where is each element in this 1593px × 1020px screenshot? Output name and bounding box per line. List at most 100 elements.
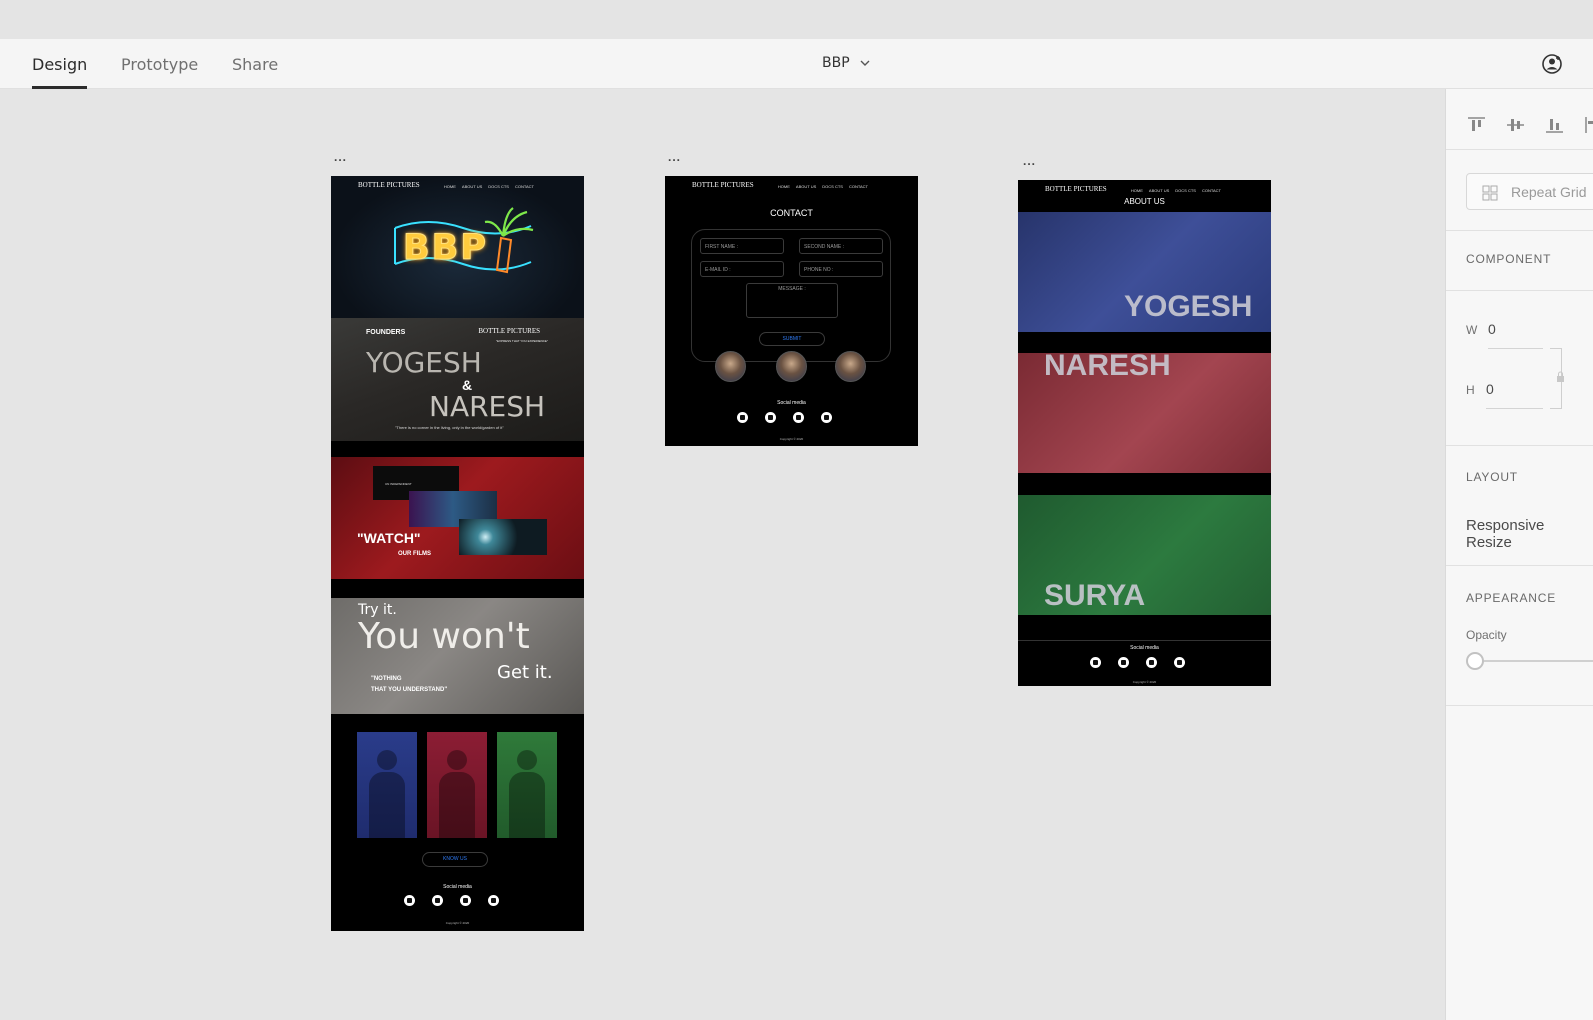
- align-middle-icon[interactable]: [1505, 115, 1526, 135]
- height-label: H: [1466, 383, 1475, 397]
- align-left-icon[interactable]: [1583, 115, 1593, 135]
- layout-section-title: LAYOUT: [1466, 470, 1518, 484]
- site-nav: BOTTLE PICTURES HOME ABOUT US DOCS CTS C…: [331, 176, 584, 196]
- instagram-icon: [432, 895, 443, 906]
- try-it-section: Try it. You won't "NOTHING THAT YOU UNDE…: [331, 598, 584, 714]
- window-title-bar: [0, 0, 1593, 39]
- chevron-down-icon[interactable]: [858, 56, 872, 70]
- nav-link-docs: DOCS CTS: [822, 184, 843, 189]
- artboard-menu-icon[interactable]: ...: [668, 150, 681, 164]
- tryit-quote: "NOTHING THAT YOU UNDERSTAND": [371, 674, 447, 696]
- watch-films-section: UN INDEPENDENT "WATCH" OUR FILMS: [331, 457, 584, 579]
- member-band-surya: SURYA: [1018, 495, 1271, 615]
- divider: [1446, 565, 1593, 566]
- responsive-resize-toggle[interactable]: Responsive Resize: [1466, 517, 1593, 551]
- lock-icon[interactable]: [1556, 371, 1565, 382]
- founders-label: FOUNDERS: [366, 329, 406, 336]
- artboard-menu-icon[interactable]: ...: [1023, 154, 1036, 168]
- first-name-field: FIRST NAME :: [700, 238, 784, 254]
- film-card-1-text: UN INDEPENDENT: [385, 482, 412, 486]
- artboard-menu-icon[interactable]: ...: [334, 150, 347, 164]
- neon-logo-text: BBP: [402, 228, 489, 269]
- about-title: ABOUT US: [1124, 197, 1165, 206]
- member-band-naresh: NARESH: [1018, 349, 1271, 473]
- nav-link-about: ABOUT US: [795, 184, 817, 189]
- opacity-slider-knob[interactable]: [1466, 652, 1484, 670]
- user-icon[interactable]: [1542, 53, 1564, 75]
- member-name: SURYA: [1044, 579, 1146, 612]
- width-input[interactable]: 0: [1488, 321, 1496, 337]
- height-input[interactable]: 0: [1486, 381, 1494, 397]
- submit-button: SUBMIT: [759, 332, 825, 346]
- hero-banner: BOTTLE PICTURES HOME ABOUT US DOCS CTS C…: [331, 176, 584, 318]
- founder-name-1: YOGESH: [366, 346, 482, 379]
- facebook-icon: [460, 895, 471, 906]
- youtube-icon: [1090, 657, 1101, 668]
- founders-tagline: "EXPRESS THAT YOU EXPERIENCE": [495, 339, 548, 343]
- founders-section: FOUNDERS BOTTLE PICTURES "EXPRESS THAT Y…: [331, 318, 584, 441]
- tryit-quote-line-2: THAT YOU UNDERSTAND": [371, 687, 448, 693]
- person-head: [377, 750, 397, 770]
- artboard-contact[interactable]: BOTTLE PICTURES HOME ABOUT US DOCS CTS C…: [665, 176, 918, 446]
- nav-link-docs: DOCS CTS: [1175, 188, 1196, 193]
- email-field: E-MAIL ID :: [700, 261, 784, 277]
- align-toolbar: [1466, 115, 1593, 135]
- nav-link-home: HOME: [1130, 188, 1143, 193]
- nav-link-about: ABOUT US: [1148, 188, 1170, 193]
- site-logo: BOTTLE PICTURES: [692, 181, 754, 189]
- member-name: NARESH: [1044, 349, 1171, 382]
- align-bottom-icon[interactable]: [1544, 115, 1565, 135]
- nav-link-contact: CONTACT: [514, 184, 534, 189]
- artboard-home[interactable]: BOTTLE PICTURES HOME ABOUT US DOCS CTS C…: [331, 176, 584, 931]
- avatar: [715, 351, 746, 382]
- palm-bottle-icon: [484, 207, 534, 274]
- circle-icon: [488, 895, 499, 906]
- team-photo-blue: [357, 732, 417, 838]
- circle-icon: [821, 412, 832, 423]
- divider: [1446, 705, 1593, 706]
- contact-title: CONTACT: [770, 208, 813, 218]
- member-band-yogesh: YOGESH: [1018, 212, 1271, 332]
- document-title[interactable]: BBP: [822, 55, 850, 71]
- appearance-section-title: APPEARANCE: [1466, 591, 1557, 605]
- site-nav: BOTTLE PICTURES HOME ABOUT US DOCS CTS C…: [665, 176, 918, 196]
- repeat-grid-button[interactable]: Repeat Grid: [1466, 173, 1593, 210]
- member-name: YOGESH: [1124, 290, 1253, 323]
- instagram-icon: [1118, 657, 1129, 668]
- nav-link-home: HOME: [443, 184, 456, 189]
- social-icons: [1090, 657, 1185, 668]
- instagram-icon: [765, 412, 776, 423]
- nav-link-about: ABOUT US: [461, 184, 483, 189]
- divider: [1446, 445, 1593, 446]
- site-logo: BOTTLE PICTURES: [358, 181, 420, 189]
- width-label: W: [1466, 323, 1478, 337]
- height-underline: [1486, 408, 1543, 409]
- social-media-label: Social media: [443, 884, 472, 890]
- design-canvas[interactable]: ... BOTTLE PICTURES HOME ABOUT US DOCS C…: [0, 89, 1445, 1020]
- youtube-icon: [404, 895, 415, 906]
- repeat-grid-label: Repeat Grid: [1511, 184, 1587, 200]
- phone-field: PHONE NO :: [799, 261, 883, 277]
- nav-link-contact: CONTACT: [1201, 188, 1221, 193]
- tab-prototype[interactable]: Prototype: [121, 55, 198, 74]
- copyright: Copyright © 2020: [779, 437, 804, 441]
- social-media-label: Social media: [777, 400, 806, 406]
- social-icons: [737, 412, 832, 423]
- artboard-about[interactable]: BOTTLE PICTURES HOME ABOUT US DOCS CTS C…: [1018, 180, 1271, 686]
- person-body: [509, 772, 545, 838]
- tryit-line-3: Get it.: [497, 662, 553, 683]
- film-card-3: [459, 519, 547, 555]
- youtube-icon: [737, 412, 748, 423]
- person-head: [517, 750, 537, 770]
- circle-icon: [1174, 657, 1185, 668]
- founders-quote: "There is no corner in the living, only …: [395, 425, 504, 430]
- founders-logo: BOTTLE PICTURES: [478, 327, 540, 335]
- divider: [1446, 230, 1593, 231]
- tab-design[interactable]: Design: [32, 55, 88, 89]
- person-body: [439, 772, 475, 838]
- team-photo-green: [497, 732, 557, 838]
- tryit-line-2: You won't: [358, 616, 530, 657]
- opacity-slider-track[interactable]: [1482, 660, 1593, 662]
- tab-share[interactable]: Share: [232, 55, 278, 74]
- align-top-icon[interactable]: [1466, 115, 1487, 135]
